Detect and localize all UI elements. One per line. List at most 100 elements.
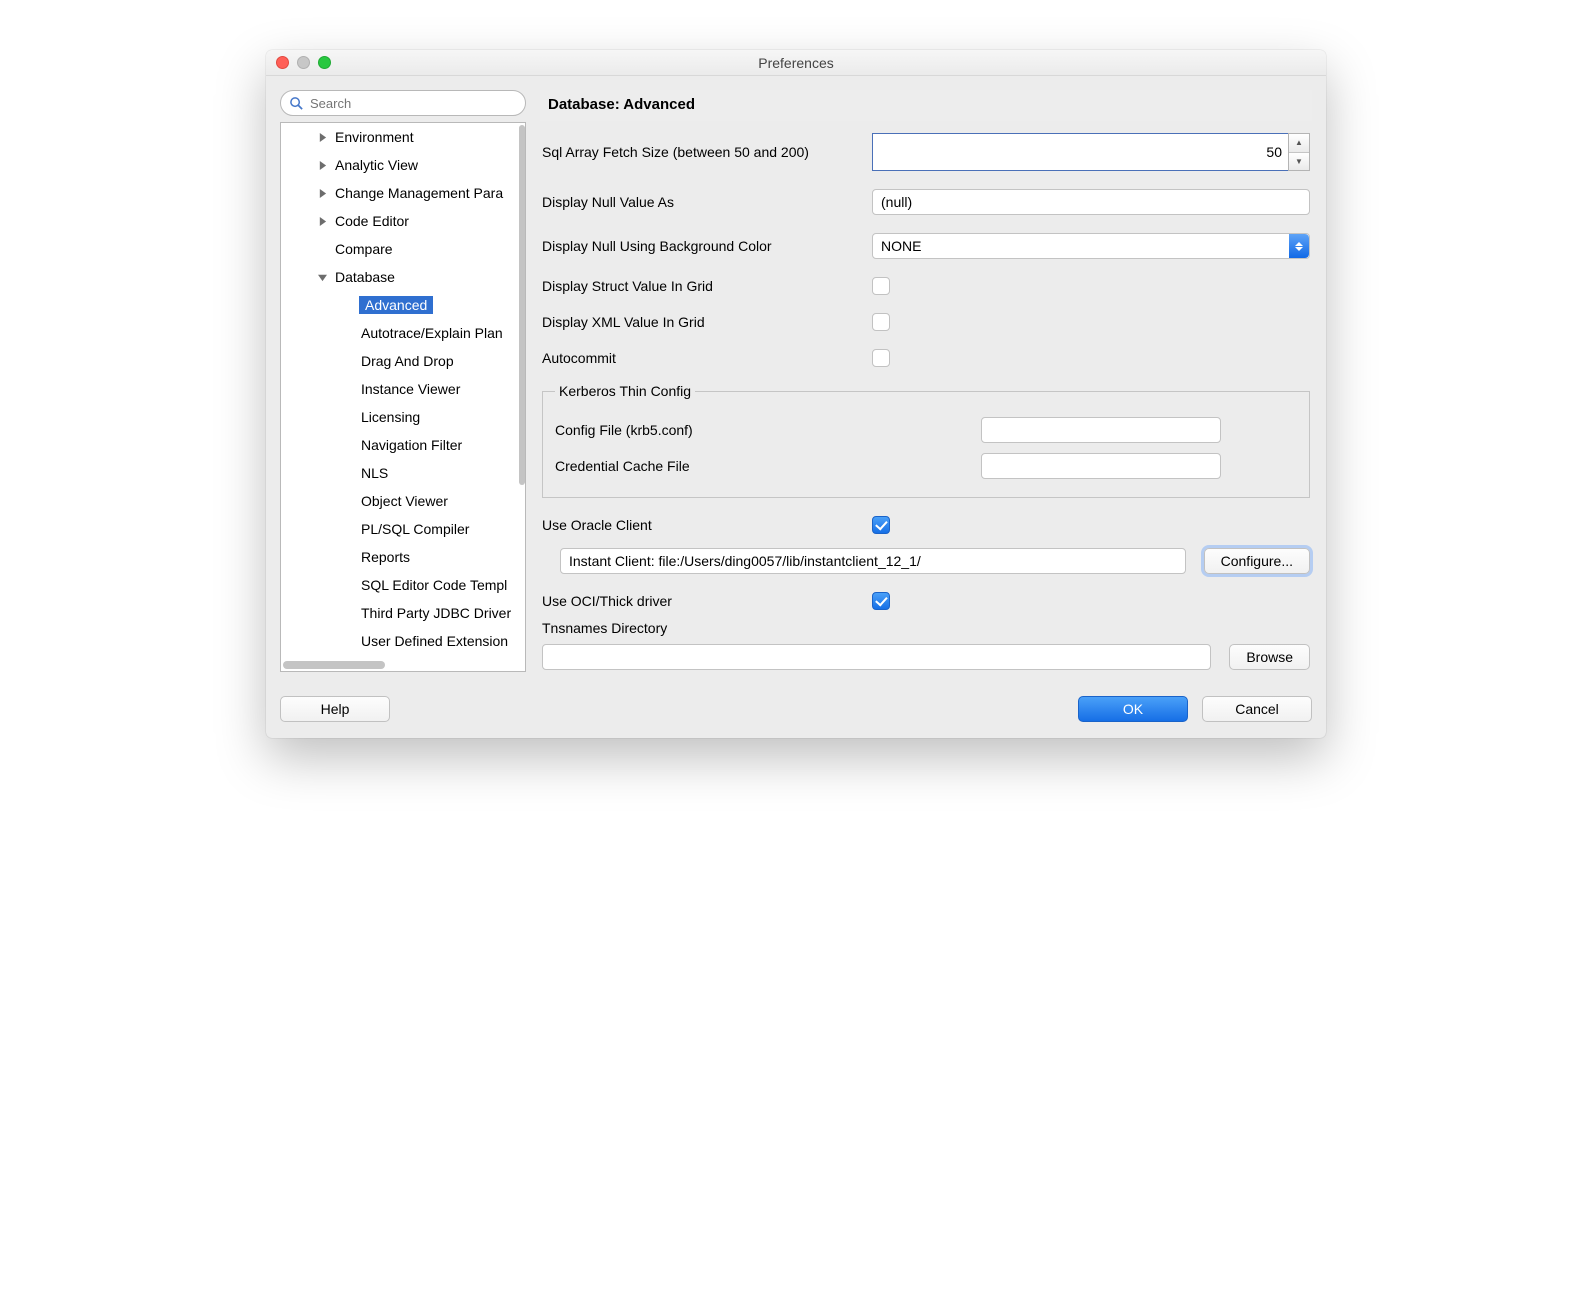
close-icon[interactable]	[276, 56, 289, 69]
tree-item[interactable]: SQL Editor Code Templ	[281, 571, 521, 599]
tree-item[interactable]: Compare	[281, 235, 521, 263]
autocommit-checkbox[interactable]	[872, 349, 890, 367]
tree-item[interactable]: Instance Viewer	[281, 375, 521, 403]
tree-item-label: PL/SQL Compiler	[359, 520, 471, 538]
chevron-right-icon	[315, 217, 329, 226]
chevron-updown-icon	[1289, 234, 1309, 258]
sidebar: Environment Analytic View Change Managemen…	[280, 90, 526, 672]
tree-item[interactable]: Navigation Filter	[281, 431, 521, 459]
null-value-label: Display Null Value As	[542, 194, 858, 210]
tree-item[interactable]: Drag And Drop	[281, 347, 521, 375]
kerberos-group: Kerberos Thin Config Config File (krb5.c…	[542, 383, 1310, 498]
tree-item[interactable]: Code Editor	[281, 207, 521, 235]
settings-form: Sql Array Fetch Size (between 50 and 200…	[540, 121, 1312, 672]
tree-item[interactable]: Licensing	[281, 403, 521, 431]
tree-item-label: Analytic View	[333, 156, 420, 174]
fetch-size-row: Sql Array Fetch Size (between 50 and 200…	[542, 133, 1310, 171]
tree-item[interactable]: User Defined Extension	[281, 627, 521, 655]
fetch-size-spinner: ▲ ▼	[872, 133, 1310, 171]
content-area: Environment Analytic View Change Managemen…	[266, 76, 1326, 686]
use-oci-checkbox[interactable]	[872, 592, 890, 610]
struct-label: Display Struct Value In Grid	[542, 278, 858, 294]
tree-item[interactable]: Reports	[281, 543, 521, 571]
tree-item-label: Autotrace/Explain Plan	[359, 324, 505, 342]
use-oracle-label: Use Oracle Client	[542, 517, 858, 533]
fetch-size-input[interactable]	[873, 134, 1288, 170]
null-bg-row: Display Null Using Background Color NONE	[542, 233, 1310, 259]
kerberos-config-row: Config File (krb5.conf)	[555, 417, 1297, 443]
tnsnames-label: Tnsnames Directory	[542, 620, 1310, 636]
spinner-up-icon[interactable]: ▲	[1289, 134, 1309, 153]
tnsnames-row: Tnsnames Directory Browse	[542, 620, 1310, 670]
kerberos-cred-label: Credential Cache File	[555, 458, 967, 474]
tree-item[interactable]: Advanced	[281, 291, 521, 319]
tree-item-label: Reports	[359, 548, 412, 566]
spinner-down-icon[interactable]: ▼	[1289, 153, 1309, 171]
tree-item-label: User Defined Extension	[359, 632, 510, 650]
struct-row: Display Struct Value In Grid	[542, 277, 1310, 295]
tree-item[interactable]: Object Viewer	[281, 487, 521, 515]
tree-item[interactable]: NLS	[281, 459, 521, 487]
cancel-button[interactable]: Cancel	[1202, 696, 1312, 722]
configure-button[interactable]: Configure...	[1204, 548, 1310, 574]
chevron-down-icon	[315, 273, 329, 282]
fetch-size-label: Sql Array Fetch Size (between 50 and 200…	[542, 144, 858, 160]
tree-item-label: Drag And Drop	[359, 352, 456, 370]
search-icon	[289, 96, 304, 111]
titlebar: Preferences	[266, 50, 1326, 76]
settings-panel: Database: Advanced Sql Array Fetch Size …	[540, 90, 1312, 672]
tree-item[interactable]: Third Party JDBC Driver	[281, 599, 521, 627]
null-bg-label: Display Null Using Background Color	[542, 238, 858, 254]
tree-item[interactable]: Utilities	[281, 655, 521, 659]
chevron-right-icon	[315, 189, 329, 198]
autocommit-label: Autocommit	[542, 350, 858, 366]
tree-item-label: Navigation Filter	[359, 436, 464, 454]
tree-item[interactable]: PL/SQL Compiler	[281, 515, 521, 543]
use-oracle-checkbox[interactable]	[872, 516, 890, 534]
kerberos-legend: Kerberos Thin Config	[555, 383, 695, 399]
oracle-client-input[interactable]	[560, 548, 1186, 574]
use-oci-row: Use OCI/Thick driver	[542, 592, 1310, 610]
horizontal-scrollbar[interactable]	[283, 661, 385, 669]
preferences-window: Preferences Environment Analytic View Chan…	[266, 50, 1326, 738]
tree-item[interactable]: Environment	[281, 123, 521, 151]
help-button[interactable]: Help	[280, 696, 390, 722]
tree-item-label: Database	[333, 268, 397, 286]
tnsnames-input[interactable]	[542, 644, 1211, 670]
tree-item-label: Change Management Para	[333, 184, 505, 202]
struct-checkbox[interactable]	[872, 277, 890, 295]
tree-item-label: Advanced	[359, 296, 433, 314]
null-bg-select[interactable]: NONE	[872, 233, 1310, 259]
kerberos-config-input[interactable]	[981, 417, 1221, 443]
kerberos-cred-row: Credential Cache File	[555, 453, 1297, 479]
use-oracle-row: Use Oracle Client	[542, 516, 1310, 534]
null-value-input[interactable]	[872, 189, 1310, 215]
tree-item-label: Third Party JDBC Driver	[359, 604, 513, 622]
vertical-scrollbar[interactable]	[519, 125, 525, 485]
autocommit-row: Autocommit	[542, 349, 1310, 367]
kerberos-cred-input[interactable]	[981, 453, 1221, 479]
tree-item-label: NLS	[359, 464, 390, 482]
search-input[interactable]	[310, 96, 517, 111]
browse-button[interactable]: Browse	[1229, 644, 1310, 670]
null-value-row: Display Null Value As	[542, 189, 1310, 215]
tree-item-label: Compare	[333, 240, 395, 258]
category-tree: Environment Analytic View Change Managemen…	[280, 122, 526, 672]
tree-item-label: Code Editor	[333, 212, 411, 230]
minimize-icon[interactable]	[297, 56, 310, 69]
panel-title: Database: Advanced	[540, 90, 1312, 121]
chevron-right-icon	[315, 133, 329, 142]
window-controls	[276, 56, 331, 69]
zoom-icon[interactable]	[318, 56, 331, 69]
xml-checkbox[interactable]	[872, 313, 890, 331]
tree-item[interactable]: Analytic View	[281, 151, 521, 179]
kerberos-config-label: Config File (krb5.conf)	[555, 422, 967, 438]
xml-label: Display XML Value In Grid	[542, 314, 858, 330]
tree-item[interactable]: Change Management Para	[281, 179, 521, 207]
tree-item[interactable]: Autotrace/Explain Plan	[281, 319, 521, 347]
tree-item-label: SQL Editor Code Templ	[359, 576, 509, 594]
search-field[interactable]	[280, 90, 526, 116]
tree-item[interactable]: Database	[281, 263, 521, 291]
ok-button[interactable]: OK	[1078, 696, 1188, 722]
oracle-client-row: Configure...	[542, 548, 1310, 574]
